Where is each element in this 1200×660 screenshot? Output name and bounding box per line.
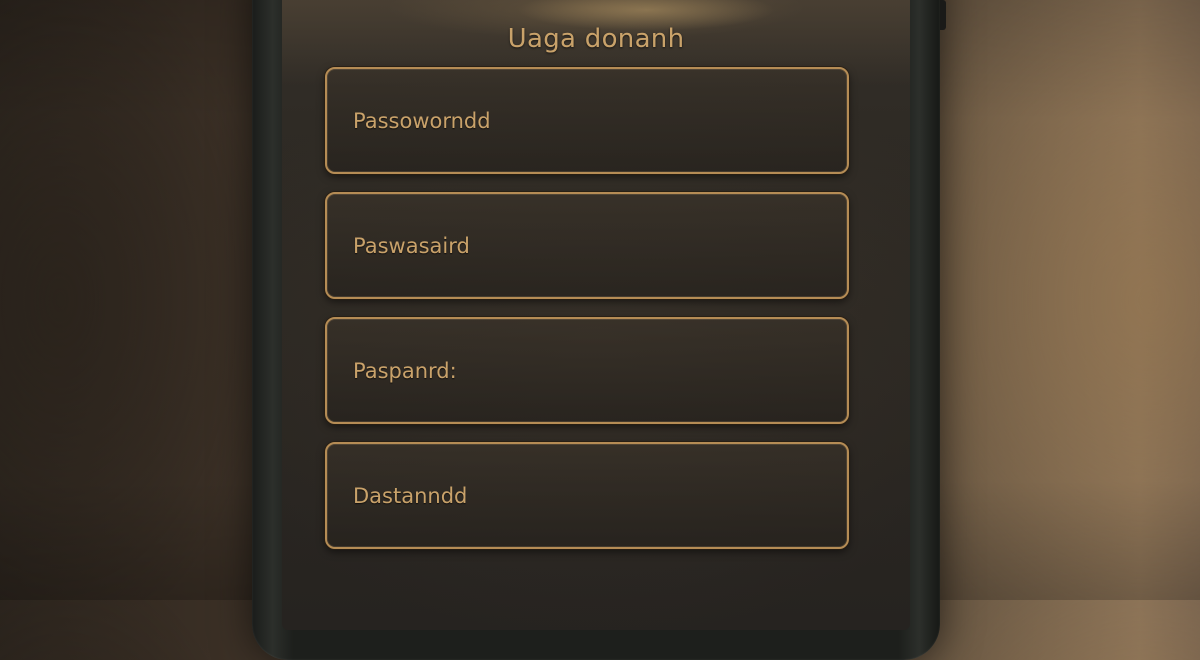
- input-field-2-label: Paswasaird: [353, 233, 470, 258]
- page-title: Uaga donanh: [507, 24, 685, 54]
- phone-frame: Uaga donanh Passoworndd Paswasaird Paspa…: [252, 0, 946, 660]
- input-field-3-label: Paspanrd:: [353, 358, 457, 383]
- input-field-3[interactable]: Paspanrd:: [325, 317, 849, 424]
- input-field-1-label: Passoworndd: [353, 108, 491, 133]
- input-field-1[interactable]: Passoworndd: [325, 67, 849, 174]
- input-field-4-label: Dastanndd: [353, 483, 468, 508]
- input-field-4[interactable]: Dastanndd: [325, 442, 849, 549]
- app-screen: Uaga donanh Passoworndd Paswasaird Paspa…: [282, 0, 910, 630]
- input-field-2[interactable]: Paswasaird: [325, 192, 849, 299]
- phone-side-button: [940, 0, 946, 30]
